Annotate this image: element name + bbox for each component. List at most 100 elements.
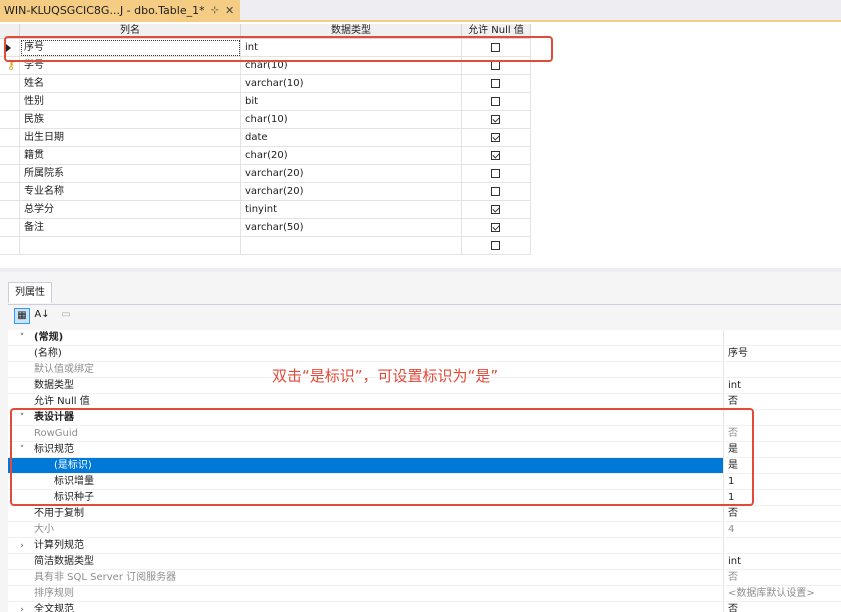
checkbox-checked[interactable]: [491, 205, 500, 214]
property-name[interactable]: 排序规则: [8, 586, 724, 602]
row-selector[interactable]: [0, 237, 20, 255]
row-selector[interactable]: [0, 165, 20, 183]
row-selector[interactable]: [0, 201, 20, 219]
checkbox-unchecked[interactable]: [491, 79, 500, 88]
checkbox-unchecked[interactable]: [491, 61, 500, 70]
property-row[interactable]: 简洁数据类型 int: [8, 554, 841, 570]
property-name-label: 计算列规范: [34, 540, 84, 551]
collapse-chevron-icon[interactable]: ˅: [16, 330, 28, 345]
table-row[interactable]: 出生日期 date: [0, 129, 531, 147]
table-row[interactable]: 籍贯 char(20): [0, 147, 531, 165]
data-type-cell[interactable]: date: [241, 129, 462, 147]
column-name-cell[interactable]: 备注: [20, 219, 241, 237]
property-name[interactable]: 简洁数据类型: [8, 554, 724, 570]
checkbox-checked[interactable]: [491, 133, 500, 142]
property-name[interactable]: 具有非 SQL Server 订阅服务器: [8, 570, 724, 586]
checkbox-unchecked[interactable]: [491, 97, 500, 106]
column-name-cell[interactable]: 民族: [20, 111, 241, 129]
table-row[interactable]: 所属院系 varchar(20): [0, 165, 531, 183]
row-selector[interactable]: [0, 147, 20, 165]
property-value[interactable]: [726, 538, 841, 554]
data-type-cell[interactable]: bit: [241, 93, 462, 111]
property-name-label: 排序规则: [34, 588, 74, 599]
property-value[interactable]: 序号: [726, 346, 841, 362]
column-name-cell[interactable]: 所属院系: [20, 165, 241, 183]
table-row[interactable]: 备注 varchar(50): [0, 219, 531, 237]
data-type-cell[interactable]: [241, 237, 462, 255]
property-name[interactable]: › 全文规范: [8, 602, 724, 612]
data-type-cell[interactable]: varchar(20): [241, 165, 462, 183]
property-row[interactable]: › 计算列规范: [8, 538, 841, 554]
property-value[interactable]: [726, 362, 841, 378]
table-row[interactable]: [0, 237, 531, 255]
column-name-cell[interactable]: 性别: [20, 93, 241, 111]
property-name[interactable]: ˅ (常规): [8, 330, 724, 346]
property-row[interactable]: 大小 4: [8, 522, 841, 538]
property-name[interactable]: 不用于复制: [8, 506, 724, 522]
column-name-cell[interactable]: 专业名称: [20, 183, 241, 201]
property-name[interactable]: (名称): [8, 346, 724, 362]
property-value[interactable]: <数据库默认设置>: [726, 586, 841, 602]
pin-icon[interactable]: ⊹: [211, 5, 219, 16]
property-value[interactable]: int: [726, 554, 841, 570]
property-value[interactable]: int: [726, 378, 841, 394]
row-selector[interactable]: [0, 111, 20, 129]
property-name[interactable]: › 计算列规范: [8, 538, 724, 554]
data-type-cell[interactable]: char(20): [241, 147, 462, 165]
checkbox-checked[interactable]: [491, 115, 500, 124]
property-row[interactable]: 不用于复制 否: [8, 506, 841, 522]
table-row[interactable]: 民族 char(10): [0, 111, 531, 129]
document-tab[interactable]: WIN-KLUQSGCIC8G...J - dbo.Table_1* ⊹ ✕: [0, 0, 241, 20]
column-name-cell[interactable]: 总学分: [20, 201, 241, 219]
expand-chevron-icon[interactable]: ›: [16, 602, 28, 612]
property-value[interactable]: [726, 330, 841, 346]
allow-null-cell: [462, 111, 531, 129]
expand-chevron-icon[interactable]: ›: [16, 538, 28, 553]
property-name-label: (常规): [34, 332, 64, 343]
categorized-button[interactable]: ▦: [14, 308, 30, 324]
property-row[interactable]: 具有非 SQL Server 订阅服务器 否: [8, 570, 841, 586]
tab-column-properties[interactable]: 列属性: [8, 282, 52, 303]
checkbox-unchecked[interactable]: [491, 169, 500, 178]
property-value[interactable]: 4: [726, 522, 841, 538]
data-type-cell[interactable]: char(10): [241, 111, 462, 129]
table-row[interactable]: 性别 bit: [0, 93, 531, 111]
close-icon[interactable]: ✕: [225, 4, 234, 17]
row-selector[interactable]: [0, 183, 20, 201]
checkbox-checked[interactable]: [491, 223, 500, 232]
property-row[interactable]: 排序规则 <数据库默认设置>: [8, 586, 841, 602]
highlight-box-row: [4, 36, 553, 62]
column-name-cell[interactable]: [20, 237, 241, 255]
checkbox-unchecked[interactable]: [491, 241, 500, 250]
property-pages-button[interactable]: ▭: [58, 308, 74, 324]
data-type-cell[interactable]: tinyint: [241, 201, 462, 219]
column-name-cell[interactable]: 出生日期: [20, 129, 241, 147]
row-selector[interactable]: [0, 75, 20, 93]
table-row[interactable]: 专业名称 varchar(20): [0, 183, 531, 201]
row-selector[interactable]: [0, 129, 20, 147]
data-type-cell[interactable]: varchar(20): [241, 183, 462, 201]
column-name-cell[interactable]: 籍贯: [20, 147, 241, 165]
allow-null-cell: [462, 147, 531, 165]
property-name-label: 具有非 SQL Server 订阅服务器: [34, 572, 177, 583]
data-type-cell[interactable]: varchar(50): [241, 219, 462, 237]
data-type-cell[interactable]: varchar(10): [241, 75, 462, 93]
property-row[interactable]: (名称) 序号: [8, 346, 841, 362]
checkbox-unchecked[interactable]: [491, 187, 500, 196]
row-selector[interactable]: [0, 219, 20, 237]
allow-null-cell: [462, 165, 531, 183]
table-row[interactable]: 总学分 tinyint: [0, 201, 531, 219]
row-selector[interactable]: [0, 93, 20, 111]
property-value[interactable]: 否: [726, 506, 841, 522]
property-row[interactable]: › 全文规范 否: [8, 602, 841, 612]
column-name-cell[interactable]: 姓名: [20, 75, 241, 93]
checkbox-checked[interactable]: [491, 151, 500, 160]
allow-null-cell: [462, 93, 531, 111]
property-value[interactable]: 否: [726, 570, 841, 586]
property-row[interactable]: ˅ (常规): [8, 330, 841, 346]
highlight-box-identity: [10, 408, 754, 506]
property-value[interactable]: 否: [726, 602, 841, 612]
alphabetical-button[interactable]: A↓: [34, 308, 50, 324]
table-row[interactable]: 姓名 varchar(10): [0, 75, 531, 93]
property-name[interactable]: 大小: [8, 522, 724, 538]
